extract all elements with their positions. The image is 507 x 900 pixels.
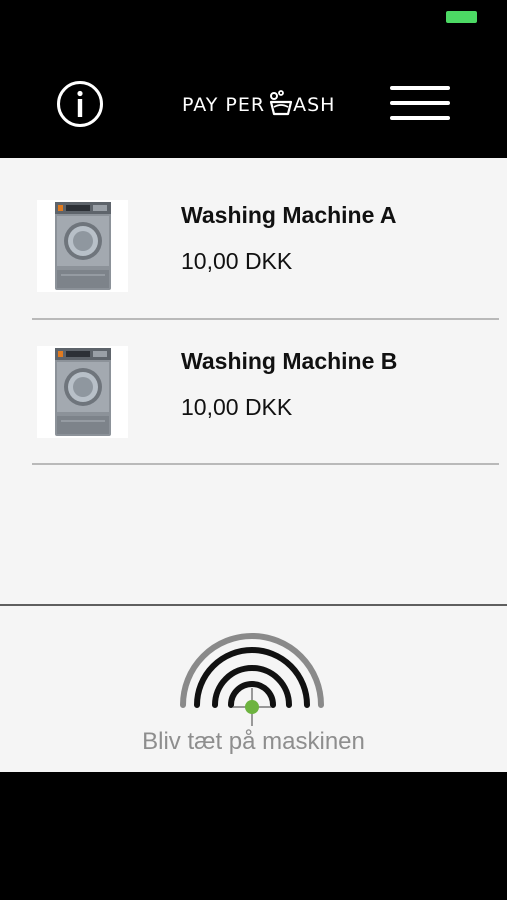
status-bar [0, 0, 507, 40]
menu-line [390, 116, 450, 120]
logo-text-left: PAY PER [182, 94, 266, 116]
menu-line [390, 101, 450, 105]
menu-button[interactable] [390, 84, 452, 122]
proximity-signal-icon [177, 630, 327, 730]
battery-icon [446, 11, 477, 23]
bottom-bar [0, 772, 507, 900]
proximity-panel: Bliv tæt på maskinen [0, 604, 507, 772]
app-logo: PAY PER ASH [182, 90, 336, 120]
washing-machine-icon [37, 200, 128, 292]
info-icon [57, 81, 103, 127]
machine-price: 10,00 DKK [181, 394, 293, 420]
app-header: PAY PER ASH [0, 40, 507, 158]
washing-tub-icon [269, 90, 293, 116]
machine-row-b[interactable]: Washing Machine B 10,00 DKK [0, 304, 507, 450]
info-button[interactable] [56, 80, 104, 128]
divider [32, 463, 499, 465]
washing-machine-icon [37, 346, 128, 438]
machine-name: Washing Machine B [181, 348, 398, 374]
machine-price: 10,00 DKK [181, 248, 293, 274]
machine-name: Washing Machine A [181, 202, 397, 228]
logo-text-right: ASH [293, 94, 336, 116]
machine-row-a[interactable]: Washing Machine A 10,00 DKK [0, 158, 507, 304]
menu-line [390, 86, 450, 90]
machine-list: Washing Machine A 10,00 DKK Washing Mach… [0, 158, 507, 604]
proximity-hint: Bliv tæt på maskinen [142, 728, 365, 755]
